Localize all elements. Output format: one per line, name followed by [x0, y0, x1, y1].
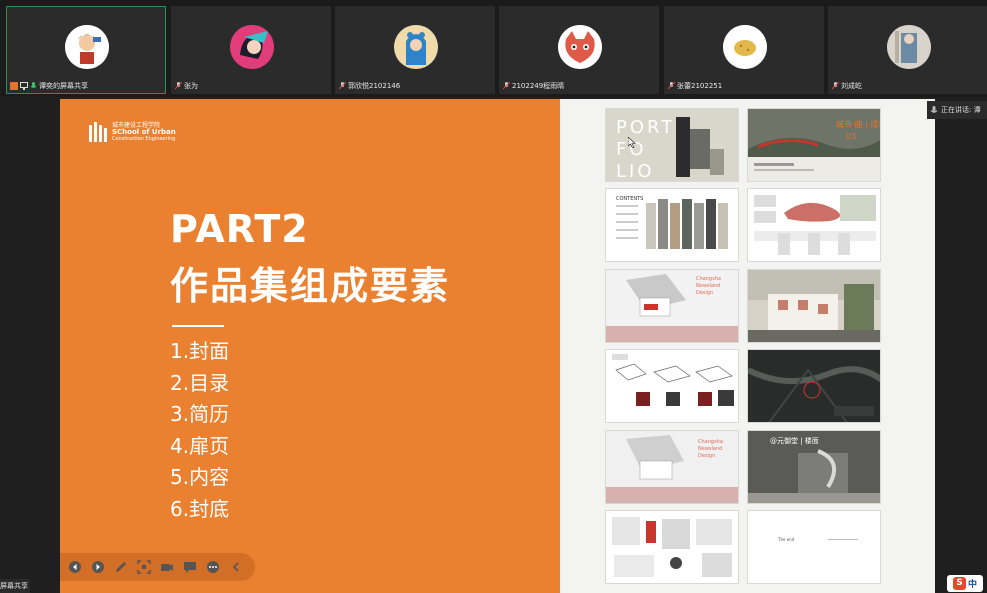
portfolio-thumbnail: Changsha Newsland Design [605, 430, 739, 504]
portfolio-thumbnail: CONTENTS [605, 188, 739, 262]
svg-text:Newsland: Newsland [696, 283, 720, 289]
pen-icon[interactable] [113, 559, 129, 575]
participant-label: 2102249程雨晴 [503, 80, 564, 91]
portfolio-thumbnail: Changsha Newsland Design [605, 269, 739, 343]
school-logo-icon [89, 122, 107, 142]
logo-line-en: SChool of Urban [112, 127, 176, 136]
share-status-label: 屏幕共享 [0, 579, 30, 593]
portfolio-thumbnail: @元御堂 | 楼面 [747, 430, 881, 504]
mic-icon [930, 105, 938, 113]
list-item: 1.封面 [170, 339, 230, 363]
svg-text:Changsha: Changsha [696, 276, 721, 282]
portfolio-thumbnail [747, 349, 881, 423]
slide-orange-panel: 城市建设工程学院 SChool of Urban Construction En… [60, 99, 560, 593]
list-item: 5.内容 [170, 465, 230, 489]
screen-share-icon [10, 81, 18, 90]
title-divider [172, 325, 224, 327]
monitor-icon [20, 81, 28, 90]
svg-text:Newsland: Newsland [698, 446, 722, 452]
participant-label: 张为 [175, 80, 198, 91]
svg-text:Design: Design [696, 290, 713, 296]
ime-indicator[interactable]: S 中 [947, 575, 983, 592]
mic-off-icon [668, 81, 675, 89]
participant-strip: 谭奕的屏幕共享 张为 郭欣悦2102146 2102249程雨晴 张蕾21022… [0, 0, 987, 97]
portfolio-thumbnail [747, 269, 881, 343]
svg-text:Design: Design [698, 453, 715, 459]
meeting-window: 谭奕的屏幕共享 张为 郭欣悦2102146 2102249程雨晴 张蕾21022… [0, 0, 987, 593]
school-logo: 城市建设工程学院 SChool of Urban Construction En… [88, 121, 176, 143]
avatar [558, 25, 602, 69]
avatar [394, 25, 438, 69]
mic-on-icon [30, 81, 37, 88]
participant-name: 张蕾2102251 [677, 81, 723, 90]
collapse-icon[interactable] [228, 559, 244, 575]
mic-off-icon [339, 81, 346, 89]
next-icon[interactable] [90, 559, 106, 575]
portfolio-thumbnail: PORT FO LIO [605, 108, 739, 182]
svg-text:@元御堂 | 楼面: @元御堂 | 楼面 [770, 436, 819, 445]
svg-text:03: 03 [846, 132, 856, 141]
comment-icon[interactable] [182, 559, 198, 575]
participant-tile[interactable]: 张为 [171, 6, 331, 94]
list-item: 4.扉页 [170, 433, 230, 458]
svg-text:PORT: PORT [616, 117, 675, 138]
avatar [887, 25, 931, 69]
svg-text:CONTENTS: CONTENTS [616, 196, 643, 202]
element-list: 1.封面 2.目录 3.简历 4.扉页 5.内容 6.封底 [170, 336, 229, 525]
participant-tile[interactable]: 张蕾2102251 [664, 6, 824, 94]
participant-tile[interactable]: 谭奕的屏幕共享 [6, 6, 166, 94]
avatar [723, 25, 767, 69]
ime-mode-label: 中 [967, 580, 977, 590]
svg-text:城市·曲 | 成城: 城市·曲 | 成城 [836, 119, 881, 129]
participant-name: 刘成屹 [841, 81, 862, 90]
participant-label: 刘成屹 [832, 80, 862, 91]
slide-subtitle: 作品集组成要素 [170, 264, 451, 308]
participant-name: 谭奕的屏幕共享 [39, 81, 88, 90]
svg-text:Changsha: Changsha [698, 439, 723, 445]
list-item: 2.目录 [170, 370, 230, 395]
participant-tile[interactable]: 刘成屹 [828, 6, 987, 94]
mouse-cursor-icon [628, 137, 636, 148]
speaking-indicator: 正在讲话: 谭 [927, 101, 987, 119]
slide-portfolio-panel: PORT FO LIO 城市·曲 | 成城 03 [560, 99, 935, 593]
portfolio-thumbnail: 城市·曲 | 成城 03 [747, 108, 881, 182]
speaking-label: 正在讲话: 谭 [941, 106, 981, 114]
prev-icon[interactable] [67, 559, 83, 575]
logo-line-en-sub: Construction Engineering [112, 135, 176, 142]
portfolio-thumbnail [747, 188, 881, 262]
portfolio-thumbnail [605, 510, 739, 584]
participant-label: 张蕾2102251 [668, 80, 722, 91]
participant-tile[interactable]: 2102249程雨晴 [499, 6, 659, 94]
camera-icon[interactable] [159, 559, 175, 575]
svg-text:LIO: LIO [616, 161, 655, 182]
participant-label: 郭欣悦2102146 [339, 80, 400, 91]
avatar [230, 25, 274, 69]
screenshot-icon[interactable] [136, 559, 152, 575]
participant-label: 谭奕的屏幕共享 [10, 80, 88, 91]
svg-text:The end: The end [777, 537, 795, 542]
participant-name: 2102249程雨晴 [512, 81, 565, 90]
shared-slide: 城市建设工程学院 SChool of Urban Construction En… [60, 99, 935, 593]
avatar [65, 25, 109, 69]
participant-name: 郭欣悦2102146 [348, 81, 401, 90]
participant-name: 张为 [184, 81, 198, 90]
mic-off-icon [175, 81, 182, 89]
list-item: 3.简历 [170, 402, 230, 426]
portfolio-thumbnail: The end [747, 510, 881, 584]
mic-off-icon [503, 81, 510, 89]
slide-title: PART2 [170, 207, 309, 251]
list-item: 6.封底 [170, 496, 230, 521]
slide-toolbar [60, 553, 255, 581]
sogou-ime-icon: S [952, 577, 966, 590]
more-icon[interactable] [205, 559, 221, 575]
portfolio-thumbnail [605, 349, 739, 423]
participant-tile[interactable]: 郭欣悦2102146 [335, 6, 495, 94]
mic-off-icon [832, 81, 839, 89]
